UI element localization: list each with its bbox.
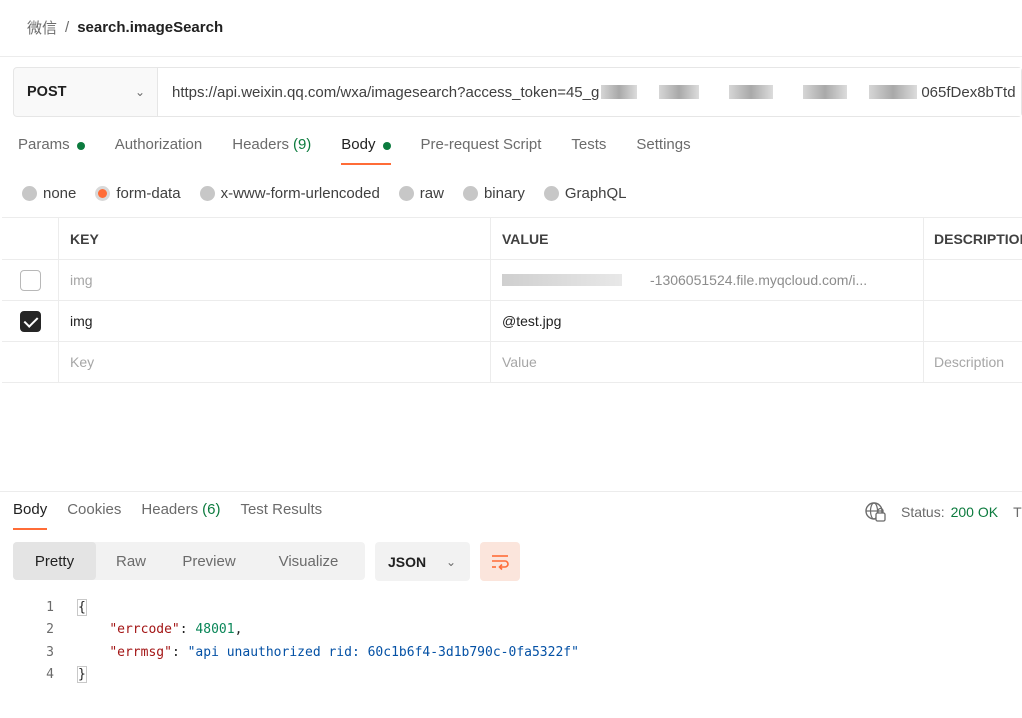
tab-response-headers[interactable]: Headers (6) bbox=[141, 501, 220, 531]
value-cell[interactable]: -1306051524.file.myqcloud.com/i... bbox=[491, 260, 924, 300]
tab-cookies[interactable]: Cookies bbox=[67, 501, 121, 531]
column-header-value: VALUE bbox=[491, 218, 924, 259]
radio-x-www-form-urlencoded[interactable]: x-www-form-urlencoded bbox=[199, 185, 380, 202]
radio-form-data[interactable]: form-data bbox=[95, 185, 181, 202]
redacted-block bbox=[659, 85, 700, 99]
method-label: POST bbox=[27, 84, 67, 100]
form-data-table: KEY VALUE DESCRIPTION img -1306051524.fi… bbox=[2, 217, 1022, 383]
row-checkbox-checked[interactable] bbox=[19, 310, 41, 332]
view-mode-tabs: Pretty Raw Preview Visualize bbox=[13, 542, 365, 580]
table-row-new: Key Value Description bbox=[2, 342, 1022, 383]
request-name[interactable]: search.imageSearch bbox=[77, 19, 223, 36]
key-cell[interactable]: img bbox=[59, 260, 491, 300]
line-number: 4 bbox=[46, 667, 54, 683]
open-brace: { bbox=[77, 598, 87, 616]
code-line: 4 } bbox=[0, 664, 1022, 687]
code-line: 2 "errcode": 48001, bbox=[0, 619, 1022, 642]
redacted-block bbox=[869, 85, 918, 99]
tab-pre-request-script[interactable]: Pre-request Script bbox=[421, 136, 542, 166]
status-time-truncated[interactable]: T bbox=[1013, 504, 1022, 520]
radio-button[interactable] bbox=[398, 185, 414, 201]
description-cell[interactable] bbox=[924, 301, 1022, 341]
table-row: img @test.jpg bbox=[2, 301, 1022, 342]
url-suffix: 065fDex8bTtd bbox=[921, 83, 1016, 101]
tab-body[interactable]: Body bbox=[341, 136, 391, 166]
radio-button-selected[interactable] bbox=[95, 185, 111, 201]
response-status: Status: 200 OK T bbox=[864, 501, 1022, 523]
code-line: 1 { bbox=[0, 596, 1022, 619]
redacted-block bbox=[803, 85, 848, 99]
breadcrumb-parent[interactable]: 微信 bbox=[27, 17, 57, 38]
column-header-description: DESCRIPTION bbox=[934, 230, 1022, 247]
chevron-down-icon: ⌄ bbox=[134, 85, 145, 99]
status-code[interactable]: 200 OK bbox=[951, 504, 998, 520]
url-prefix: https://api.weixin.qq.com/wxa/imagesearc… bbox=[172, 83, 600, 101]
redacted-block bbox=[502, 274, 622, 286]
globe-icon[interactable] bbox=[864, 501, 886, 523]
view-raw[interactable]: Raw bbox=[96, 542, 166, 580]
pane-divider[interactable] bbox=[0, 491, 1022, 492]
code-line: 3 "errmsg": "api unauthorized rid: 60c1b… bbox=[0, 641, 1022, 664]
response-headers-count: (6) bbox=[202, 501, 221, 518]
body-type-selector: none form-data x-www-form-urlencoded raw… bbox=[22, 183, 646, 203]
breadcrumb: 微信 / search.imageSearch bbox=[27, 16, 223, 38]
tab-tests[interactable]: Tests bbox=[571, 136, 606, 166]
request-tabs: Params Authorization Headers (9) Body Pre… bbox=[18, 136, 721, 166]
status-dot bbox=[382, 142, 391, 150]
response-tabs: Body Cookies Headers (6) Test Results bbox=[13, 501, 342, 531]
tab-params[interactable]: Params bbox=[18, 136, 85, 166]
view-visualize[interactable]: Visualize bbox=[252, 542, 365, 580]
headers-count: (9) bbox=[292, 136, 312, 153]
url-input[interactable]: https://api.weixin.qq.com/wxa/imagesearc… bbox=[158, 68, 1021, 116]
json-key: "errmsg" bbox=[109, 644, 172, 660]
view-pretty[interactable]: Pretty bbox=[13, 542, 96, 580]
method-select[interactable]: POST ⌄ bbox=[14, 68, 158, 116]
description-cell[interactable] bbox=[924, 260, 1022, 300]
radio-button[interactable] bbox=[462, 185, 478, 201]
status-label: Status: bbox=[901, 504, 945, 520]
redacted-block bbox=[729, 85, 774, 99]
radio-button[interactable] bbox=[543, 185, 559, 201]
row-checkbox[interactable] bbox=[19, 269, 41, 291]
radio-graphql[interactable]: GraphQL bbox=[543, 185, 627, 202]
wrap-lines-button[interactable] bbox=[480, 542, 520, 581]
url-bar: POST ⌄ https://api.weixin.qq.com/wxa/ima… bbox=[13, 67, 1022, 117]
response-body-code[interactable]: 1 { 2 "errcode": 48001, 3 "errmsg": "api… bbox=[0, 596, 1022, 686]
column-header-key: KEY bbox=[59, 218, 491, 259]
divider bbox=[0, 56, 1022, 57]
key-input[interactable]: Key bbox=[59, 342, 491, 382]
line-number: 1 bbox=[46, 599, 54, 615]
close-brace: } bbox=[77, 666, 87, 684]
value-input[interactable]: Value bbox=[491, 342, 924, 382]
value-cell[interactable]: @test.jpg bbox=[491, 301, 924, 341]
format-label: JSON bbox=[388, 553, 427, 570]
view-preview[interactable]: Preview bbox=[166, 542, 252, 580]
tab-authorization[interactable]: Authorization bbox=[115, 136, 203, 166]
table-header: KEY VALUE DESCRIPTION bbox=[2, 218, 1022, 260]
tab-headers[interactable]: Headers (9) bbox=[232, 136, 311, 166]
radio-none[interactable]: none bbox=[22, 185, 76, 202]
json-key: "errcode" bbox=[109, 622, 180, 638]
line-number: 3 bbox=[46, 644, 54, 660]
table-row: img -1306051524.file.myqcloud.com/i... bbox=[2, 260, 1022, 301]
radio-button[interactable] bbox=[199, 185, 215, 201]
json-string: "api unauthorized rid: 60c1b6f4-3d1b790c… bbox=[187, 644, 579, 660]
radio-button[interactable] bbox=[22, 185, 37, 201]
tab-response-body[interactable]: Body bbox=[13, 501, 48, 531]
redacted-block bbox=[601, 85, 638, 99]
tab-test-results[interactable]: Test Results bbox=[240, 501, 322, 531]
line-number: 2 bbox=[46, 622, 54, 638]
radio-binary[interactable]: binary bbox=[462, 185, 525, 202]
radio-raw[interactable]: raw bbox=[398, 185, 444, 202]
breadcrumb-separator: / bbox=[65, 18, 70, 36]
format-select[interactable]: JSON ⌄ bbox=[375, 542, 470, 581]
description-input[interactable]: Description bbox=[924, 342, 1022, 382]
wrap-lines-icon bbox=[492, 554, 509, 570]
json-number: 48001 bbox=[195, 622, 235, 638]
tab-settings[interactable]: Settings bbox=[636, 136, 690, 166]
key-cell[interactable]: img bbox=[59, 301, 491, 341]
status-dot bbox=[76, 142, 85, 150]
chevron-down-icon: ⌄ bbox=[445, 554, 456, 569]
